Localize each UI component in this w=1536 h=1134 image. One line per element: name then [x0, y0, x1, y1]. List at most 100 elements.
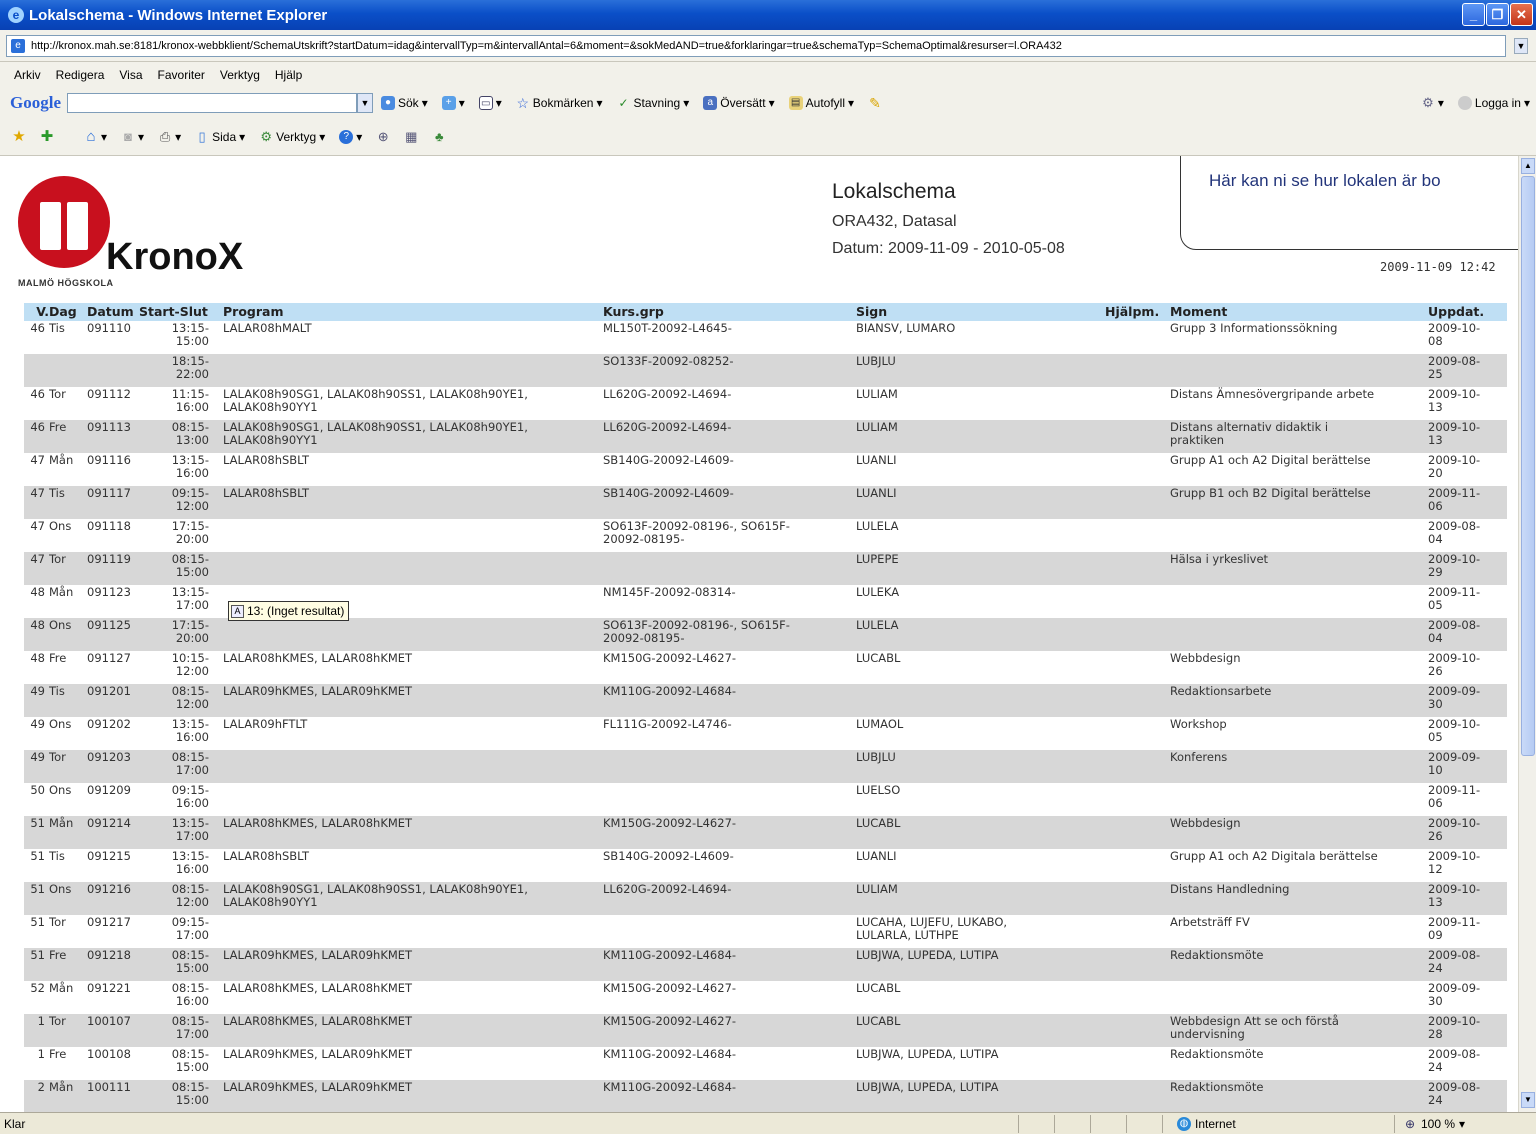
cell-program: LALAR08hSBLT — [223, 486, 310, 500]
table-header: V. Dag Datum Start-Slut Program Kurs.grp… — [24, 303, 1507, 321]
cell-course: KM110G-20092-L4684- — [603, 1047, 737, 1061]
cell-day: Tis — [49, 321, 65, 335]
add-favorite-button[interactable]: ✚ — [40, 129, 54, 144]
star-icon: ☆ — [516, 95, 530, 111]
cell-moment: Workshop — [1170, 717, 1227, 731]
cell-sign: LUBJLU — [856, 354, 896, 368]
spellcheck-icon: ✓ — [618, 96, 629, 110]
scrollbar-thumb[interactable] — [1521, 176, 1535, 756]
cell-course — [603, 915, 856, 948]
cell-time: 09:15- 17:00 — [171, 915, 209, 942]
vertical-scrollbar[interactable]: ▲ ▼ — [1518, 156, 1536, 1112]
cell-sign: LUANLI — [856, 849, 897, 863]
cell-updated: 2009-08- 24 — [1428, 1047, 1481, 1074]
security-zone[interactable]: ◍ Internet — [1162, 1114, 1392, 1133]
login-button[interactable]: Logga in ▾ — [1457, 96, 1530, 110]
google-page-button[interactable]: ▭ ▾ — [478, 96, 502, 110]
cell-moment: Distans Ämnesövergripande arbete — [1170, 387, 1375, 401]
cell-sign: LUBJWA, LUPEDA, LUTIPA — [856, 1047, 999, 1061]
cell-date: 091117 — [87, 486, 131, 500]
ie-logo-icon: e — [8, 7, 24, 23]
minimize-button[interactable]: _ — [1462, 3, 1485, 26]
cell-date: 091214 — [87, 816, 131, 830]
cell-moment — [1170, 519, 1428, 552]
cell-time: 08:15- 15:00 — [171, 552, 209, 579]
cell-sign: LUCAHA, LUJEFU, LUKABO, LULARLA, LUTHPE — [856, 915, 1008, 942]
print-button[interactable]: ⎙ ▾ — [158, 129, 181, 144]
messenger-button[interactable]: ▦ — [404, 129, 418, 144]
scroll-up-icon[interactable]: ▲ — [1521, 158, 1535, 174]
cell-aids — [1105, 585, 1170, 618]
table-row: 51 Tis 091215 13:15- 16:00 LALAR08hSBLT SB140… — [24, 849, 1507, 882]
cell-date: 091118 — [87, 519, 131, 533]
col-time: Start-Slut — [139, 304, 208, 319]
table-row: 47 Tor 091119 08:15- 15:00 LUPEPE Hälsa i yrk… — [24, 552, 1507, 585]
cell-program — [223, 552, 603, 585]
menu-hjalp[interactable]: Hjälp — [275, 68, 302, 82]
address-dropdown-icon[interactable]: ▼ — [1514, 38, 1528, 54]
google-settings-button[interactable]: ⚙ ▾ — [1421, 96, 1444, 111]
cell-day: Tis — [49, 486, 65, 500]
cell-week: 49 — [30, 717, 45, 731]
cell-time: 13:15- 16:00 — [171, 453, 209, 480]
table-row: 2 Mån 100111 08:15- 15:00 LALAR09hKMES, LALA… — [24, 1080, 1507, 1112]
menu-arkiv[interactable]: Arkiv — [14, 68, 41, 82]
google-add-button[interactable]: + ▾ — [441, 96, 465, 110]
page-menu-button[interactable]: ▯ Sida ▾ — [195, 129, 246, 144]
zoom-control[interactable]: ⊕ 100 % ▾ — [1394, 1114, 1494, 1133]
table-row: 46 Fre 091113 08:15- 13:00 LALAK08h90SG1, LA… — [24, 420, 1507, 453]
extra-button[interactable]: ♣ — [432, 128, 446, 144]
cell-day: Tis — [49, 849, 65, 863]
autofill-icon: ▤ — [788, 96, 803, 110]
cell-date: 091112 — [87, 387, 131, 401]
cell-course: KM110G-20092-L4684- — [603, 948, 737, 962]
cell-course: FL111G-20092-L4746- — [603, 717, 732, 731]
feeds-button[interactable]: ◙ ▾ — [121, 129, 144, 144]
menu-verktyg[interactable]: Verktyg — [220, 68, 260, 82]
maximize-button[interactable]: ❐ — [1486, 3, 1509, 26]
table-row: 48 Ons 091125 17:15- 20:00 SO613F-20092-0819… — [24, 618, 1507, 651]
cell-week: 47 — [30, 519, 45, 533]
menu-favoriter[interactable]: Favoriter — [158, 68, 205, 82]
cell-date: 091221 — [87, 981, 131, 995]
scroll-down-icon[interactable]: ▼ — [1521, 1092, 1535, 1108]
cell-date: 091113 — [87, 420, 131, 434]
cell-date: 091123 — [87, 585, 131, 599]
google-search-button[interactable]: ● Sök ▾ — [381, 96, 428, 110]
spelling-button[interactable]: ✓ Stavning ▾ — [617, 96, 689, 110]
cell-date: 091215 — [87, 849, 131, 863]
help-button[interactable]: ? ▾ — [339, 129, 362, 144]
autofill-button[interactable]: ▤ Autofyll ▾ — [788, 96, 854, 110]
close-button[interactable]: ✕ — [1510, 3, 1533, 26]
cell-time: 13:15- 17:00 — [171, 816, 209, 843]
address-input[interactable]: e http://kronox.mah.se:8181/kronox-webbk… — [6, 35, 1506, 57]
bookmarks-button[interactable]: ☆ Bokmärken ▾ — [516, 96, 603, 110]
cell-updated: 2009-10- 28 — [1428, 1014, 1481, 1041]
user-circle-icon — [1457, 96, 1472, 110]
tools-menu-button[interactable]: ⚙ Verktyg ▾ — [259, 129, 325, 144]
cell-moment — [1170, 354, 1428, 387]
cell-program: LALAR08hSBLT — [223, 453, 310, 467]
find-icon: A — [231, 604, 244, 618]
menu-visa[interactable]: Visa — [119, 68, 142, 82]
page-icon: e — [11, 39, 25, 53]
cell-moment: Arbetsträff FV — [1170, 915, 1250, 929]
favorites-button[interactable]: ★ — [12, 129, 26, 144]
cell-date: 091119 — [87, 552, 131, 566]
cell-date: 091216 — [87, 882, 131, 896]
cell-day: Tor — [49, 1014, 66, 1028]
research-button[interactable]: ⊕ — [376, 129, 390, 144]
home-button[interactable]: ⌂ ▾ — [84, 129, 107, 144]
translate-button[interactable]: a Översätt ▾ — [703, 96, 775, 110]
cell-sign: LUANLI — [856, 453, 897, 467]
menu-redigera[interactable]: Redigera — [56, 68, 105, 82]
google-search-input[interactable] — [67, 93, 357, 113]
cell-week: 46 — [30, 321, 45, 335]
cell-moment: Hälsa i yrkeslivet — [1170, 552, 1269, 566]
people-icon: ♣ — [434, 128, 444, 144]
cell-aids — [1105, 849, 1170, 882]
cell-time: 13:15- 15:00 — [171, 321, 209, 348]
highlight-button[interactable]: ✎ — [868, 96, 882, 110]
cell-week — [24, 354, 49, 387]
google-search-dropdown-icon[interactable]: ▼ — [357, 93, 373, 113]
